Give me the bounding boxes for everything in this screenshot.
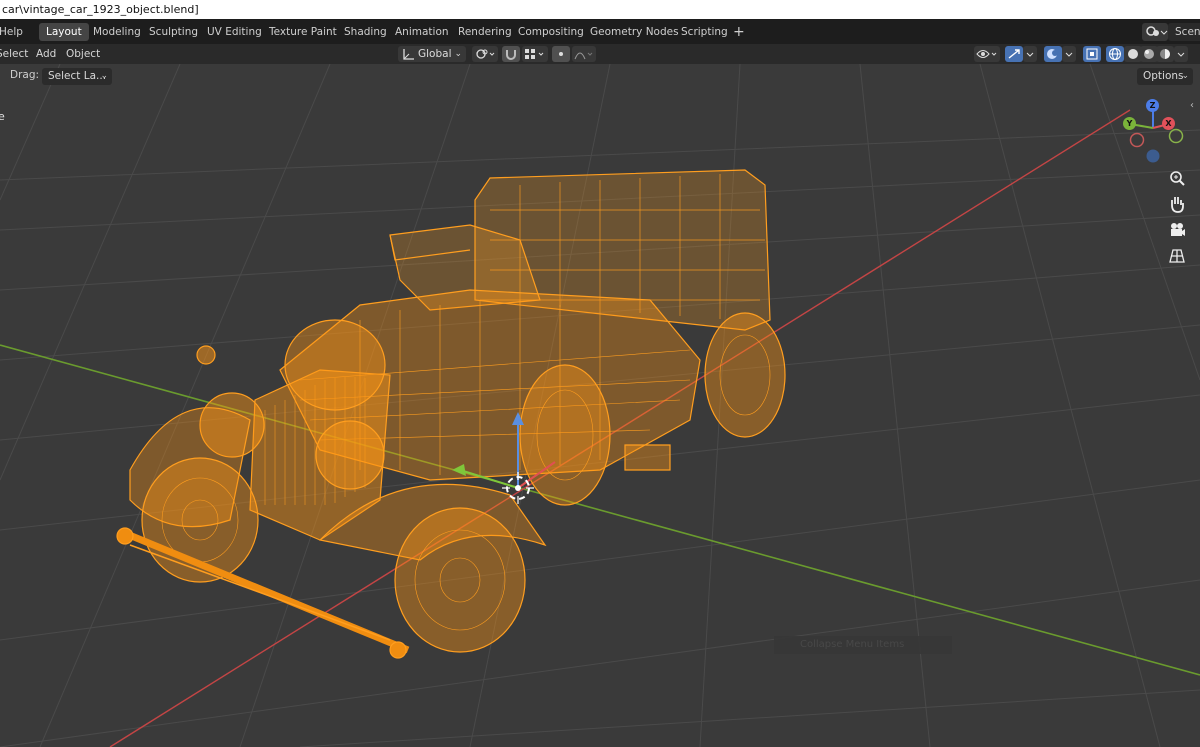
add-workspace-plus-icon[interactable]: + — [726, 23, 752, 41]
wireframe-shading-icon[interactable] — [1106, 46, 1124, 62]
options-label: Options — [1143, 70, 1184, 82]
help-menu[interactable]: Help — [0, 23, 30, 41]
gizmo-toggle-icon[interactable] — [1005, 46, 1023, 62]
transform-orientation-value: Global — [418, 48, 452, 60]
drag-select-value: Select La... — [48, 70, 107, 82]
window-title: car\vintage_car_1923_object.blend] — [2, 3, 199, 16]
tab-animation[interactable]: Animation — [388, 23, 456, 41]
viewport-header: Select Add Object Global ⌄ — [0, 44, 1200, 64]
xray-toggle-icon[interactable] — [1083, 46, 1101, 62]
gizmo-x-axis[interactable]: X — [1162, 117, 1175, 130]
chevron-down-icon: ⌄ — [100, 71, 108, 81]
tab-rendering[interactable]: Rendering — [451, 23, 519, 41]
camera-icon[interactable] — [1166, 219, 1188, 241]
drag-label: Drag: — [10, 69, 40, 81]
overlays-toggle-icon[interactable] — [1044, 46, 1062, 62]
chevron-down-icon: ⌄ — [1181, 71, 1189, 81]
hover-tooltip: Collapse Menu Items — [774, 636, 952, 654]
drag-select-dropdown[interactable]: Select La... ⌄ — [42, 68, 112, 85]
window-title-bar: car\vintage_car_1923_object.blend] — [0, 0, 1200, 19]
sidebar-collapse-chevron-icon[interactable]: ‹ — [1190, 100, 1194, 111]
object-name-partial: e — [0, 110, 5, 123]
visibility-eye-icon[interactable] — [974, 46, 1000, 62]
zoom-icon[interactable] — [1166, 167, 1188, 189]
3d-viewport[interactable]: Drag: Select La... ⌄ Options ⌄ e Z Y X ‹ — [0, 64, 1200, 747]
tab-modeling[interactable]: Modeling — [86, 23, 148, 41]
menu-select[interactable]: Select — [0, 46, 28, 62]
tab-texture-paint[interactable]: Texture Paint — [262, 23, 344, 41]
grid-perspective-icon[interactable] — [1166, 245, 1188, 267]
gizmo-dropdown-chevron-icon[interactable] — [1023, 46, 1037, 62]
pivot-point-dropdown[interactable] — [472, 46, 498, 62]
menu-add[interactable]: Add — [36, 46, 56, 62]
tab-compositing[interactable]: Compositing — [511, 23, 591, 41]
chevron-down-icon: ⌄ — [454, 49, 462, 59]
gizmo-y-axis[interactable]: Y — [1123, 117, 1136, 130]
scene-name[interactable]: Scene — [1168, 23, 1200, 41]
options-dropdown[interactable]: Options ⌄ — [1137, 68, 1193, 85]
proportional-edit-icon[interactable] — [552, 46, 570, 62]
viewport-canvas[interactable] — [0, 64, 1200, 747]
navigation-gizmo[interactable]: Z Y X — [1118, 96, 1188, 166]
hand-pan-icon[interactable] — [1166, 193, 1188, 215]
workspace-bar: Help Layout Modeling Sculpting UV Editin… — [0, 19, 1200, 44]
tab-sculpting[interactable]: Sculpting — [142, 23, 205, 41]
falloff-curve-icon[interactable] — [572, 46, 596, 62]
rendered-shading-icon[interactable] — [1156, 46, 1174, 62]
shading-dropdown-chevron-icon[interactable] — [1174, 46, 1188, 62]
transform-orientation-dropdown[interactable]: Global ⌄ — [398, 46, 466, 62]
snap-target-dropdown[interactable] — [522, 46, 548, 62]
snap-magnet-icon[interactable] — [502, 46, 520, 62]
tab-uv-editing[interactable]: UV Editing — [200, 23, 269, 41]
tab-shading[interactable]: Shading — [337, 23, 394, 41]
tab-geometry-nodes[interactable]: Geometry Nodes — [583, 23, 686, 41]
gizmo-z-axis[interactable]: Z — [1146, 99, 1159, 112]
scene-selector-icon[interactable] — [1142, 23, 1168, 41]
overlays-dropdown-chevron-icon[interactable] — [1062, 46, 1076, 62]
menu-object[interactable]: Object — [66, 46, 100, 62]
tab-layout[interactable]: Layout — [39, 23, 89, 41]
axes-icon — [403, 49, 414, 60]
